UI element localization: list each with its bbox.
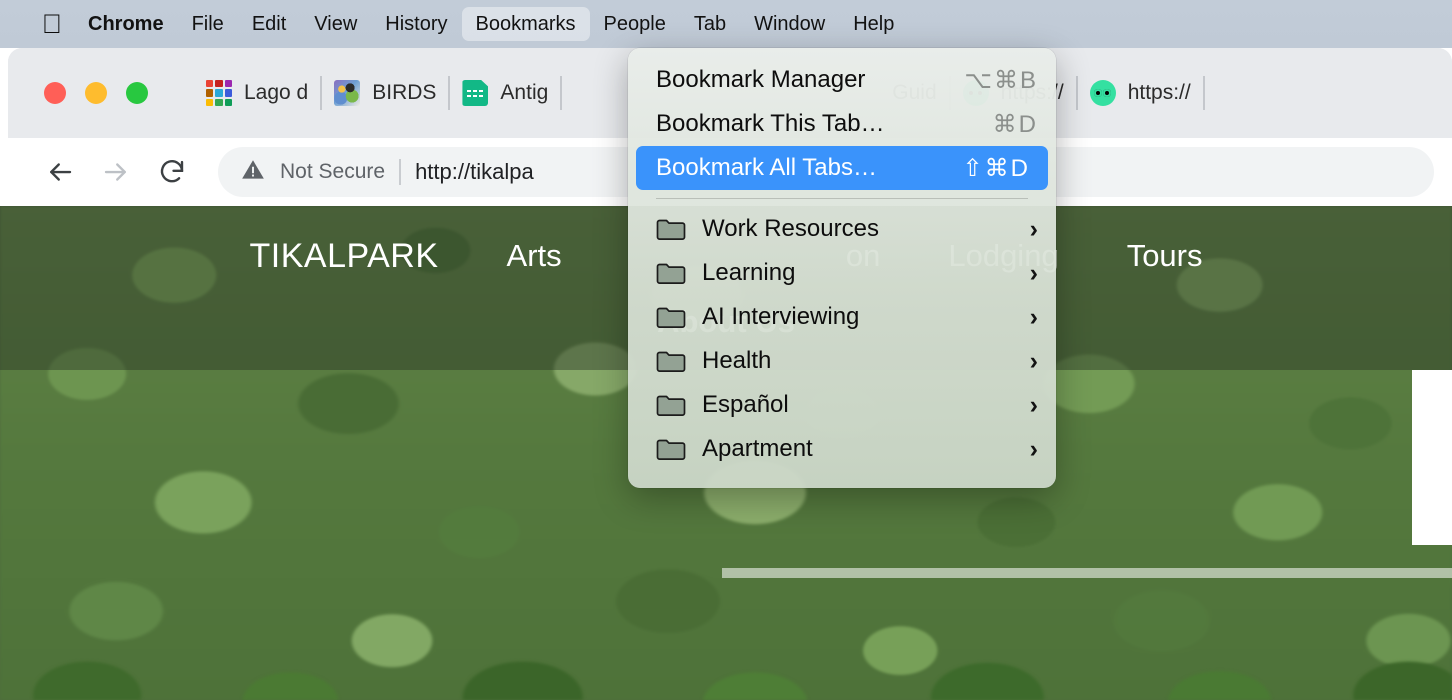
nav-link-tours[interactable]: Tours [1093, 238, 1237, 274]
menu-window[interactable]: Window [740, 7, 839, 41]
folder-icon [656, 393, 686, 417]
menu-item-bookmark-manager[interactable]: Bookmark Manager ⌥⌘B [628, 58, 1056, 102]
menu-folder-label: Health [702, 347, 772, 374]
menu-item-label: Bookmark Manager [656, 66, 866, 93]
apple-logo-icon[interactable]:  [30, 0, 74, 48]
page-whitespace-right [1412, 370, 1452, 545]
bookmark-item-antigua[interactable]: Antig [450, 71, 560, 115]
menu-chrome[interactable]: Chrome [74, 7, 178, 41]
menu-folder-label: Work Resources [702, 215, 879, 242]
menu-folder-ai-interviewing[interactable]: AI Interviewing › [628, 295, 1056, 339]
menu-item-label: Bookmark All Tabs… [656, 154, 877, 181]
tripadvisor-favicon [1089, 80, 1116, 106]
page-whitespace-band [722, 568, 1452, 578]
bookmark-separator [1202, 76, 1205, 110]
bookmark-label: Lago d [244, 81, 309, 104]
menu-item-shortcut: ⇧⌘D [962, 154, 1030, 182]
forward-button[interactable] [88, 144, 144, 200]
url-text[interactable]: http://tikalpa [415, 159, 534, 185]
bookmark-label: BIRDS [372, 81, 437, 104]
menu-folder-health[interactable]: Health › [628, 339, 1056, 383]
menu-help[interactable]: Help [839, 7, 908, 41]
menu-item-label: Bookmark This Tab… [656, 110, 885, 137]
menu-folder-learning[interactable]: Learning › [628, 251, 1056, 295]
menu-bookmarks[interactable]: Bookmarks [461, 7, 590, 41]
menu-item-shortcut: ⌥⌘B [964, 66, 1038, 94]
menu-folder-apartment[interactable]: Apartment › [628, 427, 1056, 471]
nav-link-arts[interactable]: Arts [473, 238, 596, 274]
chevron-right-icon: › [1029, 434, 1038, 463]
chevron-right-icon: › [1029, 346, 1038, 375]
folder-icon [656, 261, 686, 285]
reload-button[interactable] [144, 144, 200, 200]
chevron-right-icon: › [1029, 258, 1038, 287]
bird-favicon [334, 80, 361, 106]
menu-folder-label: Learning [702, 259, 796, 286]
menu-folder-label: Español [702, 391, 789, 418]
menu-view[interactable]: View [300, 7, 371, 41]
menu-edit[interactable]: Edit [238, 7, 300, 41]
menu-item-bookmark-this-tab[interactable]: Bookmark This Tab… ⌘D [628, 102, 1056, 146]
menu-folder-label: Apartment [702, 435, 813, 462]
minimize-window-button[interactable] [85, 82, 107, 104]
bookmark-item-birds[interactable]: BIRDS [322, 71, 448, 115]
bookmark-item-tripadvisor-2[interactable]: https:// [1078, 71, 1203, 115]
chevron-right-icon: › [1029, 214, 1038, 243]
screen: TIKALPARK Arts Conservati on Lodging Tou… [0, 0, 1452, 700]
folder-icon [656, 305, 686, 329]
menu-tab[interactable]: Tab [680, 7, 740, 41]
folder-icon [656, 217, 686, 241]
menu-folder-espanol[interactable]: Español › [628, 383, 1056, 427]
folder-icon [656, 349, 686, 373]
foreground-foliage [0, 580, 1452, 700]
bookmark-item-lago[interactable]: Lago d [194, 71, 320, 115]
omnibox-divider [399, 159, 402, 185]
menu-folder-work-resources[interactable]: Work Resources › [628, 207, 1056, 251]
grid-favicon [206, 80, 232, 106]
chevron-right-icon: › [1029, 302, 1038, 331]
folder-icon [656, 437, 686, 461]
warning-triangle-icon [240, 157, 266, 188]
bookmark-label: Antig [500, 81, 549, 104]
bookmarks-dropdown-menu: Bookmark Manager ⌥⌘B Bookmark This Tab… … [628, 48, 1056, 488]
chevron-right-icon: › [1029, 390, 1038, 419]
site-brand[interactable]: TIKALPARK [216, 237, 473, 276]
back-button[interactable] [32, 144, 88, 200]
menu-people[interactable]: People [590, 7, 680, 41]
menu-folder-label: AI Interviewing [702, 303, 860, 330]
sheets-favicon [462, 80, 489, 106]
security-status-label: Not Secure [280, 160, 386, 183]
menu-separator [656, 198, 1028, 199]
macos-menu-bar:  Chrome File Edit View History Bookmark… [0, 0, 1452, 48]
maximize-window-button[interactable] [126, 82, 148, 104]
menu-item-shortcut: ⌘D [992, 110, 1038, 138]
menu-item-bookmark-all-tabs[interactable]: Bookmark All Tabs… ⇧⌘D [636, 146, 1048, 190]
menu-file[interactable]: File [178, 7, 238, 41]
close-window-button[interactable] [44, 82, 66, 104]
menu-history[interactable]: History [371, 7, 461, 41]
bookmark-label: https:// [1127, 81, 1191, 104]
window-traffic-lights [44, 82, 148, 104]
